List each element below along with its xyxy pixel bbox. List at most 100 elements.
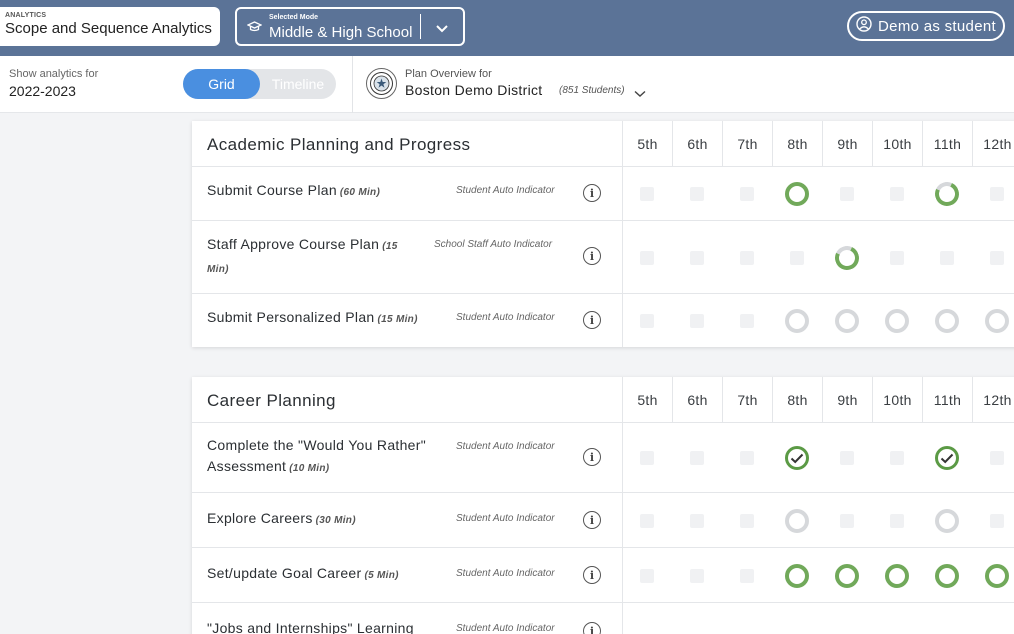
task-name: Submit Personalized Plan (15 Min) xyxy=(207,309,418,325)
not-assigned-marker xyxy=(740,513,754,528)
grade-status-cell[interactable] xyxy=(822,561,872,591)
grade-header: 5th xyxy=(622,377,672,423)
indicator-type: Student Auto Indicator xyxy=(456,623,555,634)
task-row: Submit Personalized Plan (15 Min) Student… xyxy=(192,294,1014,347)
not-assigned-marker xyxy=(740,250,754,265)
grade-status-cell xyxy=(872,506,922,536)
sub-header: Show analytics for 2022-2023 Grid Timeli… xyxy=(0,56,1014,113)
not-assigned-marker xyxy=(640,250,654,265)
district-name[interactable]: Boston Demo District xyxy=(405,82,542,98)
empty-ring-icon xyxy=(785,308,809,333)
grade-status-cell[interactable] xyxy=(922,443,972,473)
grade-status-cell[interactable] xyxy=(822,306,872,336)
checkmark-icon xyxy=(935,446,959,470)
show-analytics-label: Show analytics for xyxy=(9,68,99,80)
complete-ring-icon xyxy=(835,563,859,588)
section-panel: Career Planning 5th 6th 7th 8th 9th 10th… xyxy=(192,377,1014,634)
grade-status-cell xyxy=(822,179,872,209)
toggle-grid[interactable]: Grid xyxy=(183,69,260,99)
info-icon[interactable]: i xyxy=(583,448,601,466)
grade-status-cell[interactable] xyxy=(772,506,822,536)
empty-ring-icon xyxy=(835,308,859,333)
not-assigned-marker xyxy=(690,250,704,265)
complete-ring-icon xyxy=(785,563,809,588)
section-panel: Academic Planning and Progress 5th 6th 7… xyxy=(192,121,1014,347)
mode-divider xyxy=(420,14,421,39)
empty-ring-icon xyxy=(935,508,959,533)
not-assigned-marker xyxy=(840,513,854,528)
toggle-timeline[interactable]: Timeline xyxy=(260,69,336,99)
task-name: Complete the "Would You Rather" Assessme… xyxy=(207,437,426,474)
info-icon[interactable]: i xyxy=(583,566,601,584)
task-name: Set/update Goal Career (5 Min) xyxy=(207,565,399,581)
grade-header: 6th xyxy=(672,121,722,167)
not-assigned-marker xyxy=(690,187,704,201)
complete-ring-icon xyxy=(785,182,809,206)
grade-status-cell xyxy=(722,561,772,591)
info-icon[interactable]: i xyxy=(583,511,601,529)
not-assigned-marker xyxy=(640,568,654,583)
not-assigned-marker xyxy=(640,513,654,528)
grade-status-cell[interactable] xyxy=(772,561,822,591)
task-row: Set/update Goal Career (5 Min) Student Au… xyxy=(192,548,1014,603)
info-icon[interactable]: i xyxy=(583,311,601,329)
indicator-type: Student Auto Indicator xyxy=(456,441,555,452)
grade-status-cell[interactable] xyxy=(772,443,822,473)
complete-ring-icon xyxy=(935,563,959,588)
grade-status-cell[interactable] xyxy=(772,306,822,336)
not-assigned-marker xyxy=(640,313,654,328)
grade-status-cell xyxy=(822,506,872,536)
grade-status-cell[interactable] xyxy=(972,561,1014,591)
grade-status-cell xyxy=(672,306,722,336)
not-assigned-marker xyxy=(940,250,954,265)
grade-status-cell xyxy=(622,561,672,591)
info-icon[interactable]: i xyxy=(583,622,601,634)
indicator-type: Student Auto Indicator xyxy=(456,312,555,323)
grade-status-cell[interactable] xyxy=(772,179,822,209)
not-assigned-marker xyxy=(790,250,804,265)
partial-ring-icon xyxy=(931,178,963,210)
district-seal-icon xyxy=(366,68,397,99)
grade-header: 7th xyxy=(722,121,772,167)
grade-status-cell xyxy=(622,306,672,336)
section-title: Career Planning xyxy=(207,391,336,410)
not-assigned-marker xyxy=(990,513,1004,528)
demo-as-student-button[interactable]: Demo as student xyxy=(847,11,1005,41)
grade-status-cell[interactable] xyxy=(822,242,872,273)
mode-selector[interactable]: Selected Mode Middle & High School xyxy=(235,7,465,46)
grade-status-cell[interactable] xyxy=(922,178,972,210)
not-assigned-marker xyxy=(740,451,754,465)
grade-status-cell[interactable] xyxy=(922,306,972,336)
section-header: Career Planning 5th 6th 7th 8th 9th 10th… xyxy=(192,377,1014,423)
empty-ring-icon xyxy=(885,308,909,333)
not-assigned-marker xyxy=(990,187,1004,201)
view-toggle[interactable]: Grid Timeline xyxy=(183,69,336,99)
grade-status-cell xyxy=(672,443,722,473)
grade-header: 5th xyxy=(622,121,672,167)
mode-value: Middle & High School xyxy=(269,24,413,41)
info-icon[interactable]: i xyxy=(583,247,601,265)
task-row: Staff Approve Course Plan (15 Min) School… xyxy=(192,221,1014,294)
task-name: Submit Course Plan (60 Min) xyxy=(207,182,381,198)
indicator-type: Student Auto Indicator xyxy=(456,568,555,579)
grade-status-cell xyxy=(972,243,1014,273)
grade-header: 9th xyxy=(822,121,872,167)
grade-status-cell[interactable] xyxy=(872,561,922,591)
grade-header: 8th xyxy=(772,377,822,423)
empty-ring-icon xyxy=(785,508,809,533)
not-assigned-marker xyxy=(640,451,654,465)
info-icon[interactable]: i xyxy=(583,184,601,202)
not-assigned-marker xyxy=(890,250,904,265)
year-selector[interactable]: 2022-2023 xyxy=(9,83,76,99)
grade-status-cell[interactable] xyxy=(922,561,972,591)
chevron-down-icon[interactable] xyxy=(436,20,448,38)
task-row: "Jobs and Internships" Learning Student … xyxy=(192,603,1014,634)
grade-status-cell xyxy=(672,561,722,591)
grade-status-cell[interactable] xyxy=(922,506,972,536)
chevron-down-icon[interactable] xyxy=(634,85,646,103)
grade-status-cell xyxy=(622,243,672,273)
grade-status-cell[interactable] xyxy=(972,306,1014,336)
grade-status-cell[interactable] xyxy=(872,306,922,336)
top-bar: ANALYTICS Scope and Sequence Analytics S… xyxy=(0,0,1014,56)
grade-status-cell xyxy=(722,243,772,273)
